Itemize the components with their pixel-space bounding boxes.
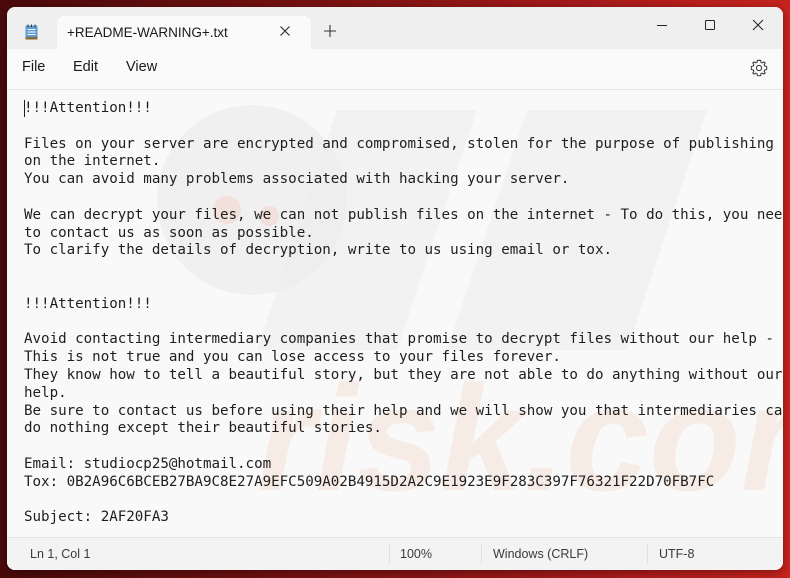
status-divider [389, 544, 390, 564]
tab-title: +README-WARNING+.txt [67, 25, 228, 40]
title-bar: +README-WARNING+.txt [7, 7, 783, 56]
close-icon[interactable] [277, 23, 293, 39]
cursor-position: Ln 1, Col 1 [30, 547, 91, 561]
encoding[interactable]: UTF-8 [659, 547, 694, 561]
menu-edit[interactable]: Edit [73, 59, 98, 75]
line-ending[interactable]: Windows (CRLF) [493, 547, 588, 561]
status-divider [481, 544, 482, 564]
zoom-level[interactable]: 100% [400, 547, 432, 561]
close-icon[interactable] [748, 15, 768, 35]
notepad-window: +README-WARNING+.txt File Edit View risk… [7, 7, 783, 570]
text-caret [24, 100, 25, 117]
menu-bar: File Edit View [7, 49, 783, 90]
text-editor[interactable]: risk.com !!!Attention!!! Files on your s… [7, 90, 783, 537]
status-divider [647, 544, 648, 564]
menu-view[interactable]: View [126, 59, 157, 75]
gear-icon[interactable] [749, 58, 769, 78]
minimize-icon[interactable] [652, 15, 672, 35]
plus-icon[interactable] [323, 24, 337, 38]
notepad-icon [25, 24, 38, 40]
document-text[interactable]: !!!Attention!!! Files on your server are… [24, 100, 783, 527]
maximize-icon[interactable] [700, 15, 720, 35]
status-bar: Ln 1, Col 1 100% Windows (CRLF) UTF-8 [7, 537, 783, 570]
menu-file[interactable]: File [22, 59, 45, 75]
